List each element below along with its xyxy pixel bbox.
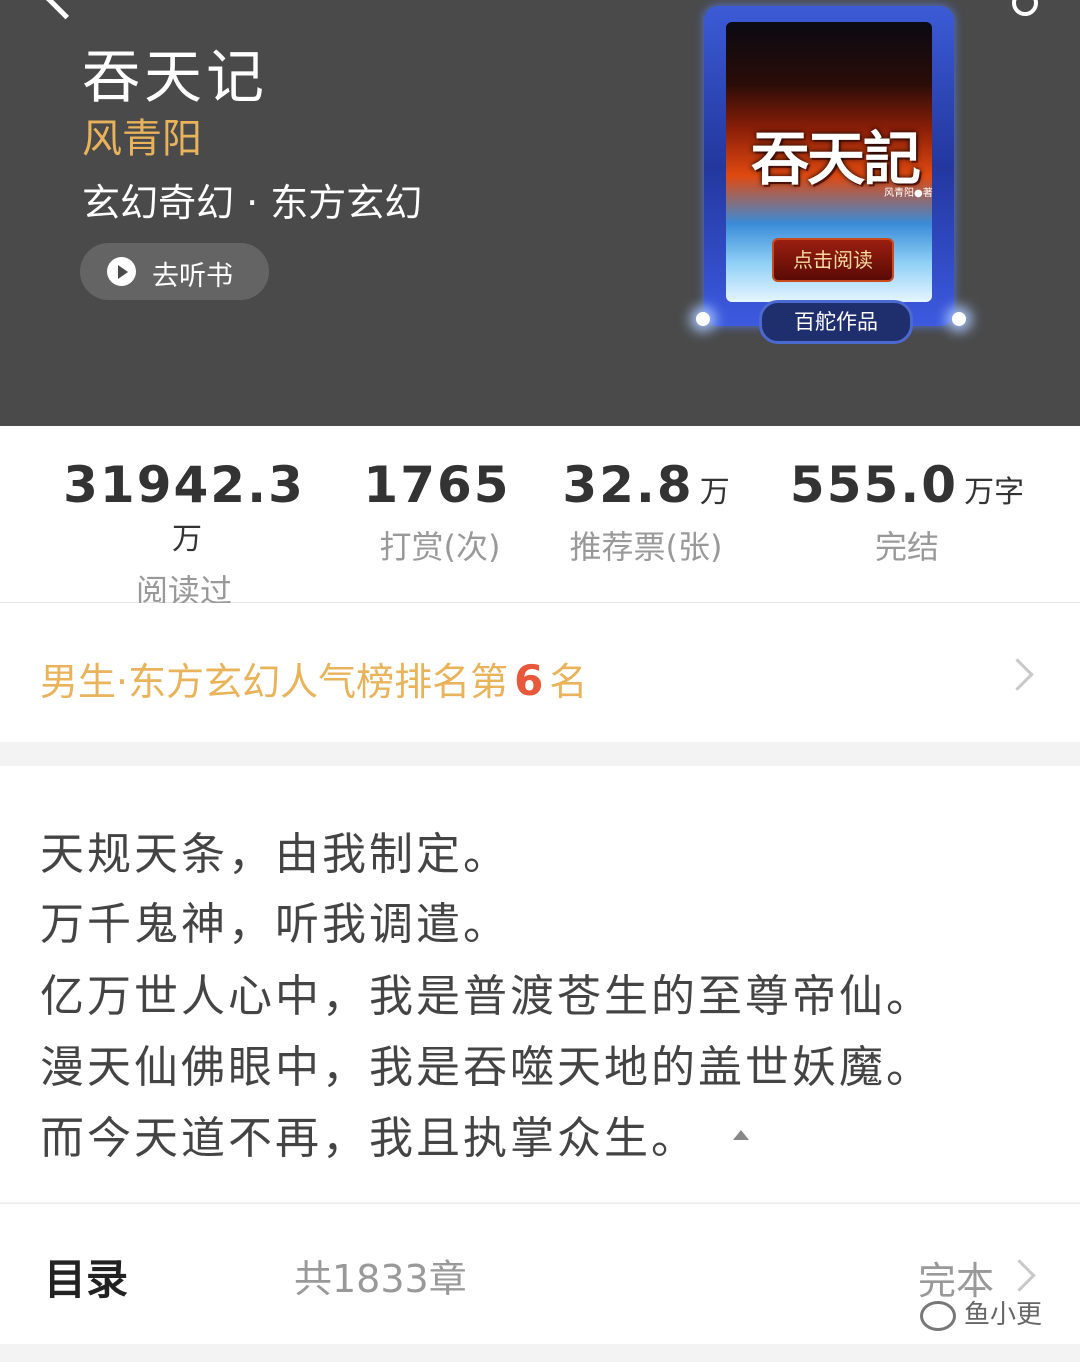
book-cover[interactable]: 吞天記 风青阳●著 点击阅读 百舵作品 <box>696 6 966 344</box>
back-arrow-icon[interactable] <box>43 0 88 20</box>
synopsis-line: 而今天道不再，我且执掌众生。 <box>40 1113 698 1164</box>
ranking-row[interactable]: 男生·东方玄幻人气榜排名第 6 名 <box>0 603 1080 742</box>
collapse-arrow-icon[interactable] <box>733 1130 749 1140</box>
book-title: 吞天记 <box>82 43 269 111</box>
stat-reads: 31942.3万 阅读过 <box>54 456 314 612</box>
stat-votes: 32.8 万 推荐票(张) <box>556 456 736 568</box>
sparkle-icon <box>696 312 710 326</box>
listen-audiobook-button[interactable]: 去听书 <box>80 243 269 300</box>
cover-badge: 百舵作品 <box>759 300 913 344</box>
genre-label: 玄幻奇幻 · 东方玄幻 <box>82 181 423 225</box>
stat-label: 完结 <box>874 528 939 566</box>
chapter-count: 共1833章 <box>294 1257 467 1301</box>
stat-words: 555.0 万字 完结 <box>784 456 1030 568</box>
stat-unit: 万 <box>699 475 730 510</box>
table-of-contents-row[interactable]: 目录 共1833章 完本 <box>0 1203 1080 1344</box>
play-icon <box>107 257 136 286</box>
wechat-icon <box>920 1300 956 1331</box>
stat-unit: 万字 <box>964 475 1025 510</box>
stat-label: 打赏(次) <box>379 528 501 566</box>
synopsis-line: 亿万世人心中，我是普渡苍生的至尊帝仙。 <box>40 971 933 1022</box>
book-synopsis[interactable]: 天规天条，由我制定。 万千鬼神，听我调遣。 亿万世人心中，我是普渡苍生的至尊帝仙… <box>0 766 1080 1202</box>
sparkle-icon <box>952 312 966 326</box>
synopsis-line: 漫天仙佛眼中，我是吞噬天地的盖世妖魔。 <box>40 1042 933 1093</box>
watermark: 鱼小更 <box>920 1294 1042 1331</box>
watermark-text: 鱼小更 <box>964 1300 1043 1330</box>
synopsis-line: 万千鬼神，听我调遣。 <box>40 899 510 950</box>
stat-value: 31942.3 <box>63 456 305 514</box>
ranking-number: 6 <box>514 656 544 705</box>
stat-label: 推荐票(张) <box>569 528 723 566</box>
listen-button-label: 去听书 <box>152 261 233 292</box>
book-header: 吞天记 风青阳 玄幻奇幻 · 东方玄幻 去听书 吞天記 风青阳●著 点击阅读 百… <box>0 0 1080 426</box>
stat-unit: 万 <box>172 522 202 557</box>
ranking-suffix: 名 <box>549 660 588 704</box>
toc-title: 目录 <box>44 1255 129 1304</box>
stat-value: 555.0 <box>789 456 959 514</box>
chevron-right-icon <box>1001 658 1034 691</box>
cover-read-button: 点击阅读 <box>772 238 894 282</box>
book-stats: 31942.3万 阅读过 1765 打赏(次) 32.8 万 推荐票(张) 555… <box>0 426 1080 610</box>
stat-value: 1765 <box>363 456 511 514</box>
cover-author: 风青阳●著 <box>884 188 933 199</box>
author-link[interactable]: 风青阳 <box>82 106 202 164</box>
ranking-text: 男生·东方玄幻人气榜排名第 6 名 <box>40 651 587 706</box>
ranking-prefix: 男生·东方玄幻人气榜排名第 <box>40 660 509 704</box>
stat-value: 32.8 <box>562 456 694 514</box>
more-icon[interactable] <box>1012 0 1038 16</box>
synopsis-line: 天规天条，由我制定。 <box>40 829 510 880</box>
chevron-right-icon <box>1003 1259 1036 1292</box>
stat-tips: 1765 打赏(次) <box>350 456 530 568</box>
